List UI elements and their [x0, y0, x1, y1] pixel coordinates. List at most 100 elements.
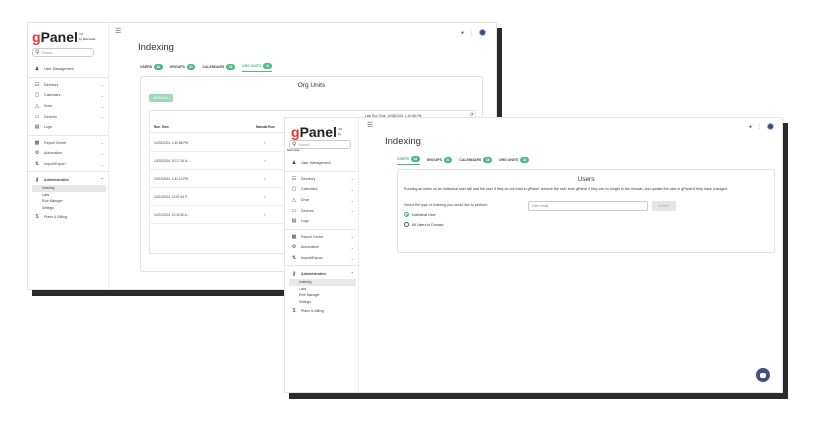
- sidebar-item-drive[interactable]: △ Drive ⌄: [285, 195, 358, 206]
- directory-icon: ☷: [291, 175, 297, 182]
- logs-icon: ▤: [291, 218, 297, 225]
- report-icon: ▩: [34, 139, 40, 146]
- drive-icon: △: [292, 197, 296, 204]
- avatar[interactable]: [479, 29, 486, 36]
- more-vert-icon[interactable]: ⋮: [757, 124, 762, 130]
- chevron-down-icon: ⌄: [350, 234, 354, 240]
- radio-all-users[interactable]: All Users in Domain: [404, 222, 444, 227]
- gpanel-logo: gPanel™by Metrostar: [32, 29, 96, 45]
- sidebar-item-devices[interactable]: ▭ Devices ⌄: [28, 111, 108, 122]
- sidebar-subitem-indexing[interactable]: Indexing: [32, 184, 106, 192]
- sidebar-subitem-role-manager[interactable]: Role Manager: [28, 198, 108, 205]
- tab-calendars[interactable]: CALENDARS 18: [202, 63, 235, 72]
- sidebar-subitem-settings[interactable]: Settings: [28, 205, 108, 212]
- chat-icon: [760, 372, 766, 378]
- bell-icon[interactable]: ●: [461, 30, 464, 36]
- chevron-down-icon: ⌄: [350, 255, 354, 261]
- sidebar-subitem-labs[interactable]: Labs: [28, 192, 108, 199]
- sidebar-item-administrative[interactable]: ⚷ Administrative ⌃: [28, 174, 108, 185]
- index-type-label: Select the type of indexing you would li…: [404, 203, 489, 207]
- sidebar-subitem-settings[interactable]: Settings: [285, 299, 358, 306]
- sidebar-item-logs[interactable]: ▤ Logs: [28, 122, 108, 133]
- menu-icon[interactable]: ☰: [367, 121, 373, 129]
- tab-calendars[interactable]: CALENDARS 18: [459, 156, 492, 165]
- chevron-down-icon: ⌄: [350, 197, 354, 203]
- user-email-input[interactable]: User email: [528, 201, 648, 211]
- laptop-icon: ▭: [34, 113, 40, 120]
- chevron-up-icon: ⌃: [350, 271, 354, 277]
- chevron-down-icon: ⌄: [350, 244, 354, 250]
- sidebar-item-report-center[interactable]: ▩ Report Center ⌄: [285, 232, 358, 243]
- sidebar-subitem-role-manager[interactable]: Role Manager: [285, 292, 358, 299]
- chevron-down-icon: ⌄: [350, 208, 354, 214]
- tab-org-units[interactable]: ORG UNITS 24: [241, 63, 272, 72]
- tab-groups[interactable]: GROUPS 21: [427, 156, 453, 165]
- chevron-down-icon: ⌄: [100, 82, 104, 88]
- laptop-icon: ▭: [291, 207, 297, 214]
- calendar-icon: ▢: [291, 186, 297, 193]
- sidebar-item-calendars[interactable]: ▢ Calendars ⌄: [28, 90, 108, 101]
- directory-icon: ☷: [34, 81, 40, 88]
- sidebar-item-logs[interactable]: ▤ Logs: [285, 216, 358, 227]
- search-input[interactable]: ⚲ Search...: [289, 140, 351, 149]
- indexing-tabs: USERS 44 GROUPS 21 CALENDARS 18 ORG UNITS 24: [140, 63, 272, 72]
- sidebar-item-devices[interactable]: ▭ Devices ⌄: [285, 205, 358, 216]
- sidebar-item-administrative[interactable]: ⚷ Administrative ⌃: [285, 268, 358, 279]
- sidebar-item-user-management[interactable]: ♟ User Management: [28, 64, 108, 75]
- sidebar-item-directory[interactable]: ☷ Directory ⌄: [285, 174, 358, 185]
- users-description: Running an index on an individual user w…: [404, 187, 728, 191]
- calendar-icon: ▢: [34, 92, 40, 99]
- avatar[interactable]: [767, 123, 774, 130]
- chevron-down-icon: ⌄: [100, 103, 104, 109]
- sidebar-item-plans-billing[interactable]: $ Plans & Billing: [285, 305, 358, 316]
- top-icons: ● ⋮: [749, 123, 774, 130]
- more-vert-icon[interactable]: ⋮: [469, 30, 474, 36]
- radio-selected-icon: [404, 212, 409, 217]
- import-export-icon: ⇅: [34, 161, 40, 168]
- sidebar-item-automation[interactable]: ⚙ Automation ⌄: [28, 148, 108, 159]
- sidebar-item-automation[interactable]: ⚙ Automation ⌄: [285, 242, 358, 253]
- dollar-icon: $: [292, 307, 296, 314]
- sidebar-subitem-labs[interactable]: Labs: [285, 286, 358, 293]
- person-icon: ♟: [34, 66, 40, 73]
- panel-title: Users: [577, 176, 595, 183]
- tab-users[interactable]: USERS 44: [140, 63, 163, 72]
- chevron-up-icon: ⌃: [100, 177, 104, 183]
- submit-button[interactable]: SUBMIT: [652, 201, 676, 211]
- tab-groups[interactable]: GROUPS 21: [170, 63, 196, 72]
- panel-title: Org Units: [297, 82, 326, 89]
- tab-users[interactable]: USERS 44: [397, 156, 420, 165]
- radio-individual-user[interactable]: Individual User: [404, 212, 436, 217]
- sidebar-subitem-indexing[interactable]: Indexing: [289, 278, 356, 286]
- dollar-icon: $: [35, 213, 39, 220]
- sidebar-item-plans-billing[interactable]: $ Plans & Billing: [28, 211, 108, 222]
- sidebar-item-calendars[interactable]: ▢ Calendars ⌄: [285, 184, 358, 195]
- chevron-down-icon: ⌄: [350, 186, 354, 192]
- person-icon: ♟: [291, 160, 297, 167]
- sidebar-item-directory[interactable]: ☷ Directory ⌄: [28, 80, 108, 91]
- chevron-down-icon: ⌄: [100, 114, 104, 120]
- users-panel: Users Running an index on an individual …: [397, 169, 775, 253]
- sidebar-item-user-management[interactable]: ♟ User Management: [285, 158, 358, 169]
- page-title: Indexing: [138, 42, 174, 53]
- bell-icon[interactable]: ●: [749, 124, 752, 130]
- sidebar-item-import-export[interactable]: ⇅ Import/Export ⌄: [28, 159, 108, 170]
- index-all-button[interactable]: INDEX ALL: [149, 94, 174, 102]
- search-input[interactable]: ⚲ Search...: [32, 48, 94, 57]
- top-icons: ● ⋮: [461, 29, 486, 36]
- admin-key-icon: ⚷: [35, 176, 39, 183]
- search-icon: ⚲: [292, 142, 297, 148]
- sidebar-item-report-center[interactable]: ▩ Report Center ⌄: [28, 138, 108, 149]
- import-export-icon: ⇅: [291, 255, 297, 262]
- search-icon: ⚲: [35, 50, 40, 56]
- gears-icon: ⚙: [34, 150, 40, 157]
- chevron-down-icon: ⌄: [100, 150, 104, 156]
- sidebar: gPanel™by Metrostar ⚲ Search... ♟ User Ma…: [285, 118, 359, 392]
- menu-icon[interactable]: ☰: [115, 27, 121, 35]
- tab-org-units[interactable]: ORG UNITS 24: [499, 156, 529, 165]
- chat-launcher-button[interactable]: [756, 368, 770, 382]
- sidebar-item-drive[interactable]: △ Drive ⌄: [28, 101, 108, 112]
- gears-icon: ⚙: [291, 244, 297, 251]
- sidebar-item-import-export[interactable]: ⇅ Import/Export ⌄: [285, 253, 358, 264]
- admin-key-icon: ⚷: [292, 270, 296, 277]
